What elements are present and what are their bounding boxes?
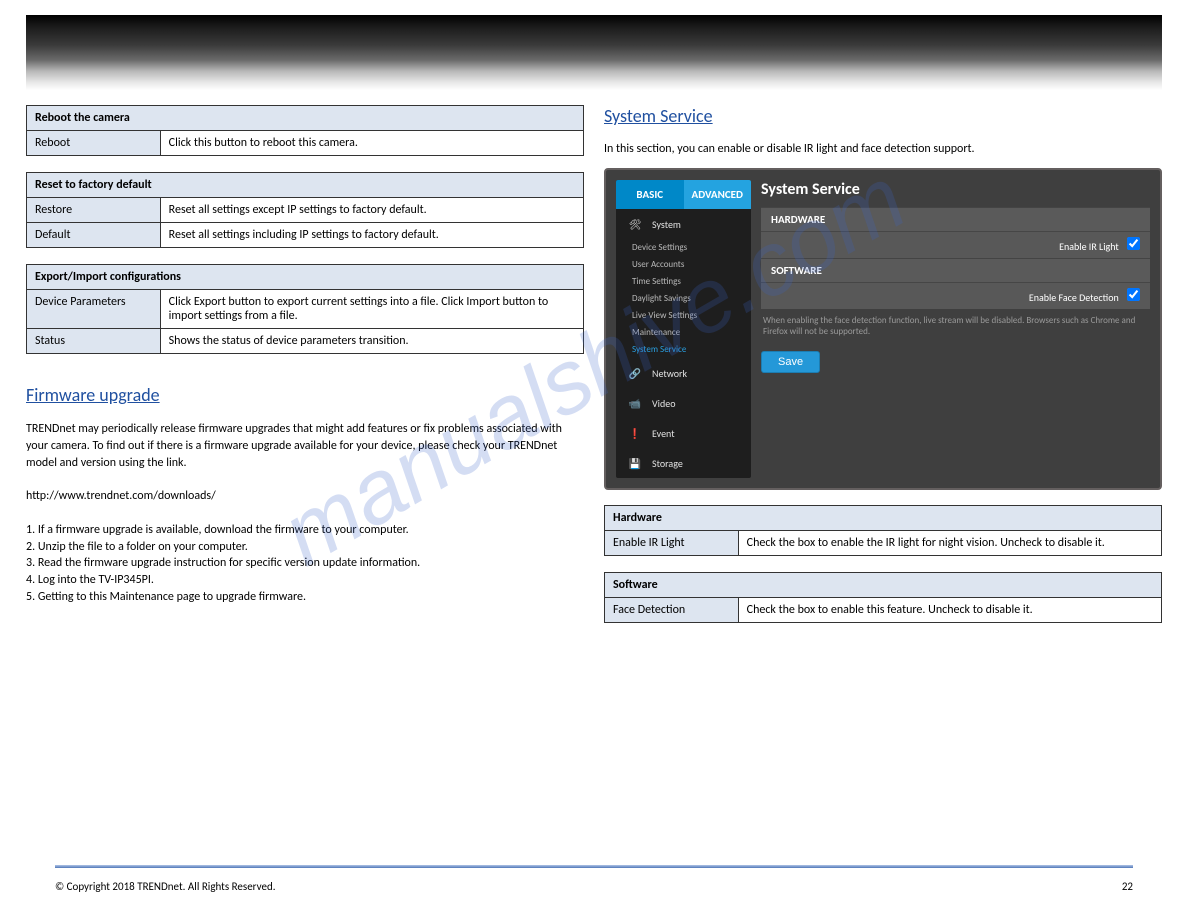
ss-sub-user-accounts[interactable]: User Accounts <box>616 256 751 273</box>
desc-reboot: Click this button to reboot this camera. <box>160 131 583 156</box>
system-icon: 🛠 <box>626 215 644 233</box>
network-icon: 🔗 <box>626 364 644 382</box>
ss-sub-maintenance[interactable]: Maintenance <box>616 324 751 341</box>
ss-software-row: Enable Face Detection <box>761 282 1150 309</box>
sec-software: Software <box>605 573 1162 598</box>
desc-deviceparams: Click Export button to export current se… <box>160 290 583 329</box>
footer-pagenum: 22 <box>1122 880 1133 893</box>
footer-divider <box>55 865 1133 868</box>
ss-nav-system-label: System <box>652 218 681 231</box>
ss-save-button[interactable]: Save <box>761 351 820 373</box>
table-software: Software Face Detection Check the box to… <box>604 572 1162 623</box>
desc-status: Shows the status of device parameters tr… <box>160 329 583 354</box>
label-status: Status <box>27 329 161 354</box>
ss-hardware-head: HARDWARE <box>761 207 1150 231</box>
ss-nav-event-label: Event <box>652 427 675 440</box>
ss-enable-ir-label: Enable IR Light <box>1059 240 1119 253</box>
ss-nav-video[interactable]: 📹 Video <box>616 388 751 418</box>
desc-restore: Reset all settings except IP settings to… <box>160 198 583 223</box>
ss-nav-storage[interactable]: 💾 Storage <box>616 448 751 478</box>
ss-nav-event[interactable]: ❗ Event <box>616 418 751 448</box>
right-column: System Service In this section, you can … <box>604 105 1162 623</box>
sec-reset: Reset to factory default <box>27 173 584 198</box>
section-firmware-upgrade: Firmware upgrade <box>26 384 584 406</box>
ss-sub-daylight[interactable]: Daylight Savings <box>616 290 751 307</box>
sec-hardware: Hardware <box>605 506 1162 531</box>
ss-sub-system-service[interactable]: System Service <box>616 341 751 358</box>
label-enable-ir: Enable IR Light <box>605 531 739 556</box>
video-icon: 📹 <box>626 394 644 412</box>
ss-enable-facedet-checkbox[interactable] <box>1127 288 1140 301</box>
label-face-detection: Face Detection <box>605 598 739 623</box>
desc-default: Reset all settings including IP settings… <box>160 223 583 248</box>
firmware-upgrade-body: TRENDnet may periodically release firmwa… <box>26 421 584 606</box>
event-icon: ❗ <box>626 424 644 442</box>
desc-face-detection: Check the box to enable this feature. Un… <box>738 598 1161 623</box>
ss-sidebar: BASIC ADVANCED 🛠 System Device Settings … <box>616 180 751 478</box>
ss-content: System Service HARDWARE Enable IR Light … <box>761 180 1150 478</box>
ss-enable-facedet-label: Enable Face Detection <box>1029 291 1119 304</box>
section-system-service: System Service <box>604 105 1162 127</box>
label-default: Default <box>27 223 161 248</box>
label-deviceparams: Device Parameters <box>27 290 161 329</box>
ss-nav-system[interactable]: 🛠 System <box>616 209 751 239</box>
ss-enable-ir-checkbox[interactable] <box>1127 237 1140 250</box>
ss-nav-video-label: Video <box>652 397 675 410</box>
left-column: Reboot the camera Reboot Click this butt… <box>26 105 584 623</box>
footer: © Copyright 2018 TRENDnet. All Rights Re… <box>55 880 1133 893</box>
ss-nav-network-label: Network <box>652 367 687 380</box>
system-service-body: In this section, you can enable or disab… <box>604 142 1162 156</box>
table-reboot: Reboot the camera Reboot Click this butt… <box>26 105 584 156</box>
table-hardware: Hardware Enable IR Light Check the box t… <box>604 505 1162 556</box>
ss-nav-network[interactable]: 🔗 Network <box>616 358 751 388</box>
header-banner <box>26 15 1162 90</box>
ss-sub-device-settings[interactable]: Device Settings <box>616 239 751 256</box>
ss-tab-advanced[interactable]: ADVANCED <box>684 180 752 209</box>
label-restore: Restore <box>27 198 161 223</box>
storage-icon: 💾 <box>626 454 644 472</box>
label-reboot: Reboot <box>27 131 161 156</box>
ss-tab-basic[interactable]: BASIC <box>616 180 684 209</box>
ss-software-head: SOFTWARE <box>761 258 1150 282</box>
table-reset: Reset to factory default Restore Reset a… <box>26 172 584 248</box>
ss-sub-liveview[interactable]: Live View Settings <box>616 307 751 324</box>
desc-enable-ir: Check the box to enable the IR light for… <box>738 531 1161 556</box>
ss-content-title: System Service <box>761 180 1150 199</box>
ss-hardware-row: Enable IR Light <box>761 231 1150 258</box>
system-service-screenshot: BASIC ADVANCED 🛠 System Device Settings … <box>604 168 1162 490</box>
ss-sub-time-settings[interactable]: Time Settings <box>616 273 751 290</box>
sec-reboot: Reboot the camera <box>27 106 584 131</box>
sec-export: Export/Import configurations <box>27 265 584 290</box>
ss-nav-storage-label: Storage <box>652 457 683 470</box>
ss-help-text: When enabling the face detection functio… <box>761 309 1150 343</box>
footer-copyright: © Copyright 2018 TRENDnet. All Rights Re… <box>55 880 276 893</box>
table-exportimport: Export/Import configurations Device Para… <box>26 264 584 354</box>
